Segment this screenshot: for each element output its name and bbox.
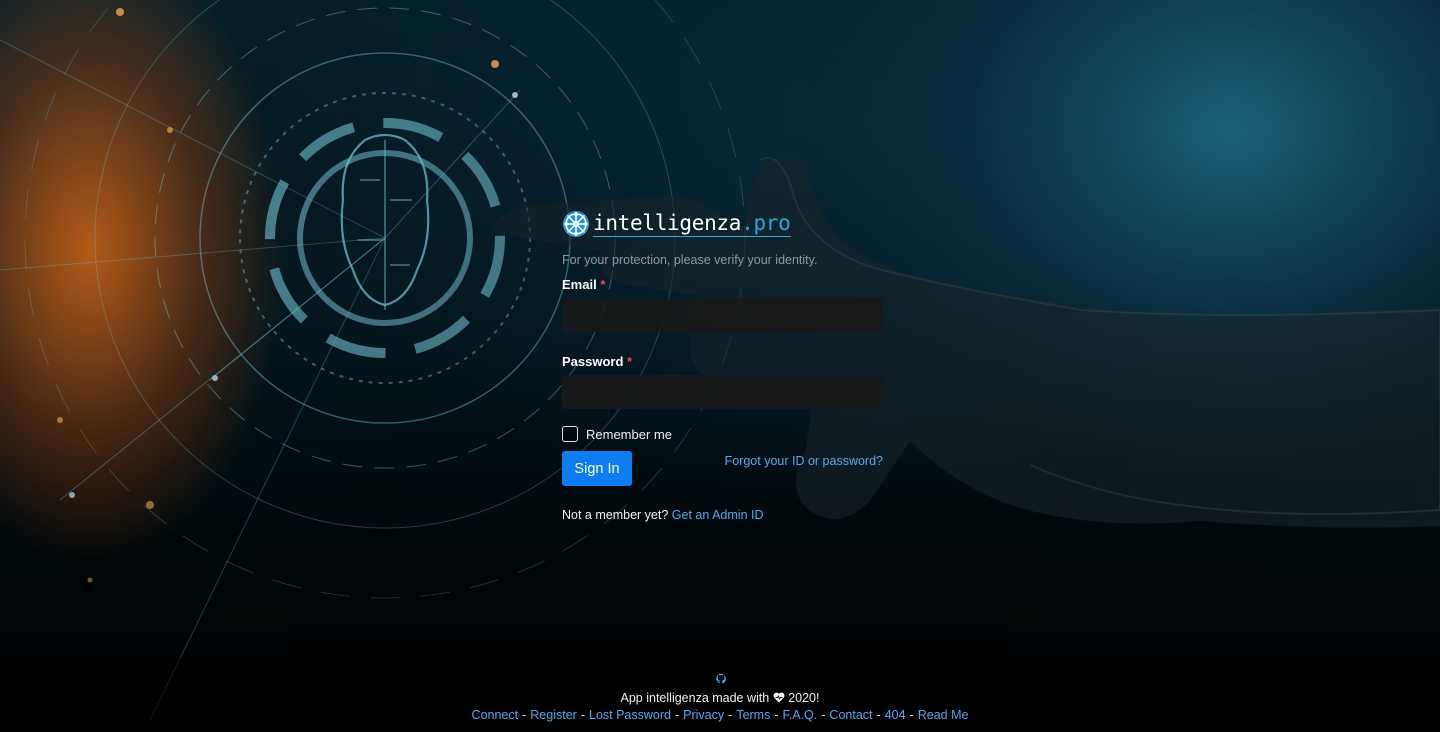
footer: App intelligenza made with 2020! Connect… [0, 658, 1440, 732]
brand-logo[interactable]: intelligenza.pro [562, 208, 883, 240]
brand-name-suffix: .pro [741, 211, 791, 235]
email-field[interactable] [562, 298, 883, 332]
github-icon[interactable] [715, 672, 729, 686]
remember-me-label[interactable]: Remember me [586, 427, 672, 442]
footer-link-register[interactable]: Register [530, 708, 577, 722]
login-subtitle: For your protection, please verify your … [562, 253, 818, 267]
password-field[interactable] [562, 375, 883, 409]
footer-link-lost-password[interactable]: Lost Password [589, 708, 671, 722]
brand-name: intelligenza.pro [593, 211, 791, 237]
footer-link-connect[interactable]: Connect [472, 708, 519, 722]
footer-made-after: 2020! [788, 691, 820, 705]
remember-me-checkbox[interactable] [562, 426, 578, 442]
email-label: Email * [562, 277, 883, 293]
footer-link-f-a-q[interactable]: F.A.Q. [783, 708, 818, 722]
footer-made-with: App intelligenza made with 2020! [0, 691, 1440, 705]
signup-prompt-text: Not a member yet? [562, 508, 669, 522]
footer-link-separator: - [876, 708, 881, 722]
brand-name-main: intelligenza [593, 211, 742, 235]
footer-link-terms[interactable]: Terms [736, 708, 770, 722]
brain-network-icon [563, 211, 589, 237]
login-panel: intelligenza.pro For your protection, pl… [562, 208, 883, 522]
remember-me-row[interactable]: Remember me [562, 426, 883, 442]
sign-in-button[interactable]: Sign In [562, 451, 632, 486]
password-label: Password * [562, 354, 883, 370]
get-admin-id-link[interactable]: Get an Admin ID [672, 508, 764, 522]
heart-icon [773, 692, 785, 703]
email-required-marker: * [600, 277, 606, 292]
footer-link-separator: - [909, 708, 914, 722]
signup-prompt: Not a member yet? Get an Admin ID [562, 508, 883, 522]
footer-made-before: App intelligenza made with [620, 691, 770, 705]
footer-link-separator: - [821, 708, 826, 722]
footer-link-separator: - [522, 708, 527, 722]
password-required-marker: * [627, 354, 633, 369]
footer-link-404[interactable]: 404 [885, 708, 906, 722]
footer-link-separator: - [580, 708, 585, 722]
footer-link-read-me[interactable]: Read Me [918, 708, 969, 722]
footer-links: Connect - Register - Lost Password - Privacy - T… [0, 708, 1440, 722]
forgot-password-link[interactable]: Forgot your ID or password? [725, 454, 883, 468]
footer-link-separator: - [674, 708, 680, 722]
email-label-text: Email [562, 277, 597, 292]
footer-link-privacy[interactable]: Privacy [683, 708, 724, 722]
footer-link-contact[interactable]: Contact [829, 708, 872, 722]
footer-link-separator: - [728, 708, 733, 722]
login-actions: Sign In Forgot your ID or password? [562, 451, 883, 486]
footer-link-separator: - [774, 708, 779, 722]
password-label-text: Password [562, 354, 624, 369]
